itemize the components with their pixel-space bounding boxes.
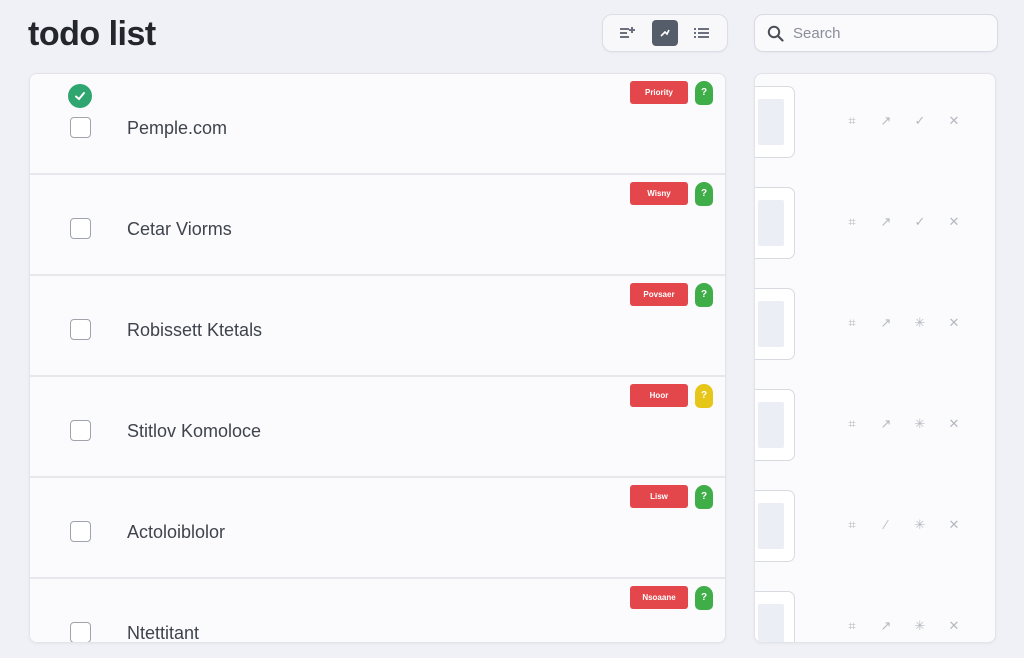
row-actions: ⌗ ⁄ ✳ ✕ — [845, 518, 961, 532]
todo-label: Robissett Ktetals — [127, 320, 263, 340]
todo-row[interactable]: Robissett Ktetals Povsaer ? — [30, 276, 725, 377]
todo-label: Ntettitant — [127, 623, 200, 643]
share-icon[interactable]: ↗ — [879, 316, 893, 330]
tag-badge: ? — [695, 485, 713, 509]
filter-list-icon — [619, 27, 635, 38]
todo-label: Cetar Viorms — [127, 219, 232, 239]
hash-icon[interactable]: ⌗ — [845, 215, 859, 229]
share-icon[interactable]: ↗ — [879, 215, 893, 229]
detail-row: ⌗ ↗ ✓ ✕ — [755, 175, 995, 276]
hash-icon[interactable]: ⌗ — [845, 316, 859, 330]
todo-label: Stitlov Komoloce — [127, 421, 262, 441]
preview-thumbnail[interactable] — [755, 86, 795, 158]
detail-row: ⌗ ↗ ✳ ✕ — [755, 377, 995, 478]
detail-row: ⌗ ⁄ ✳ ✕ — [755, 478, 995, 579]
todo-checkbox[interactable] — [70, 218, 91, 239]
filter-view-button[interactable] — [615, 20, 641, 46]
asterisk-icon[interactable]: ✳ — [913, 619, 927, 633]
asterisk-icon[interactable]: ✳ — [913, 316, 927, 330]
tag-badge: ? — [695, 81, 713, 105]
list-view-button[interactable] — [689, 20, 715, 46]
row-actions: ⌗ ↗ ✳ ✕ — [845, 417, 961, 431]
tag-badge: ? — [695, 586, 713, 610]
todo-checkbox[interactable] — [70, 117, 91, 138]
todo-checkbox[interactable] — [70, 319, 91, 340]
hash-icon[interactable]: ⌗ — [845, 114, 859, 128]
row-actions: ⌗ ↗ ✳ ✕ — [845, 316, 961, 330]
detail-row: ⌗ ↗ ✳ ✕ — [755, 276, 995, 377]
todo-row[interactable]: Ntettitant Nsoaane ? — [30, 579, 725, 643]
detail-row: ⌗ ↗ ✓ ✕ — [755, 74, 995, 175]
hash-icon[interactable]: ⌗ — [845, 518, 859, 532]
todo-row[interactable]: Actoloiblolor Lisw ? — [30, 478, 725, 579]
hash-icon[interactable]: ⌗ — [845, 619, 859, 633]
view-switcher — [602, 14, 728, 52]
tag-badge: ? — [695, 384, 713, 408]
list-view-icon — [694, 28, 710, 38]
asterisk-icon[interactable]: ✳ — [913, 417, 927, 431]
close-icon[interactable]: ✕ — [947, 316, 961, 330]
todo-label: Pemple.com — [127, 118, 228, 138]
page-title: todo list — [28, 15, 156, 53]
close-icon[interactable]: ✕ — [947, 619, 961, 633]
todo-label: Actoloiblolor — [127, 522, 226, 542]
detail-panel: ⌗ ↗ ✓ ✕ ⌗ ↗ ✓ ✕ ⌗ ↗ ✳ ✕ ⌗ ↗ ✳ ✕ ⌗ ⁄ ✳ ✕ … — [754, 73, 996, 643]
preview-thumbnail[interactable] — [755, 591, 795, 642]
share-icon[interactable]: ↗ — [879, 114, 893, 128]
check-icon — [75, 92, 85, 101]
todo-row[interactable]: Cetar Viorms Wisny ? — [30, 175, 725, 276]
priority-badge: Hoor — [630, 384, 688, 407]
tag-badge: ? — [695, 283, 713, 307]
todo-checkbox[interactable] — [70, 521, 91, 542]
priority-badge: Wisny — [630, 182, 688, 205]
search-icon — [767, 25, 784, 42]
share-icon[interactable]: ↗ — [879, 417, 893, 431]
preview-thumbnail[interactable] — [755, 389, 795, 461]
search-box — [754, 14, 998, 52]
priority-badge: Povsaer — [630, 283, 688, 306]
todo-row[interactable]: Stitlov Komoloce Hoor ? — [30, 377, 725, 478]
todo-list: Pemple.com Priority ? Cetar Viorms Wisny… — [29, 73, 726, 643]
edit-icon[interactable]: ✓ — [913, 114, 927, 128]
priority-badge: Priority — [630, 81, 688, 104]
close-icon[interactable]: ✕ — [947, 114, 961, 128]
preview-thumbnail[interactable] — [755, 490, 795, 562]
app-page: todo list Search Pemple.com Priority ? C… — [0, 0, 1024, 658]
close-icon[interactable]: ✕ — [947, 518, 961, 532]
search-input[interactable] — [793, 24, 983, 42]
hash-icon[interactable]: ⌗ — [845, 417, 859, 431]
todo-checkbox[interactable] — [70, 622, 91, 642]
tag-badge: ? — [695, 182, 713, 206]
preview-thumbnail[interactable] — [755, 288, 795, 360]
row-actions: ⌗ ↗ ✓ ✕ — [845, 114, 961, 128]
preview-thumbnail[interactable] — [755, 187, 795, 259]
edit-icon[interactable]: ⁄ — [879, 518, 893, 532]
edit-icon[interactable]: ✓ — [913, 215, 927, 229]
priority-badge: Nsoaane — [630, 586, 688, 609]
close-icon[interactable]: ✕ — [947, 417, 961, 431]
completed-badge — [68, 84, 92, 108]
priority-badge: Lisw — [630, 485, 688, 508]
row-actions: ⌗ ↗ ✓ ✕ — [845, 215, 961, 229]
close-icon[interactable]: ✕ — [947, 215, 961, 229]
detail-row: ⌗ ↗ ✳ ✕ — [755, 579, 995, 642]
board-view-icon — [660, 29, 670, 37]
row-actions: ⌗ ↗ ✳ ✕ — [845, 619, 961, 633]
share-icon[interactable]: ↗ — [879, 619, 893, 633]
asterisk-icon[interactable]: ✳ — [913, 518, 927, 532]
todo-checkbox[interactable] — [70, 420, 91, 441]
board-view-button[interactable] — [651, 20, 678, 46]
todo-row[interactable]: Pemple.com Priority ? — [30, 74, 725, 175]
